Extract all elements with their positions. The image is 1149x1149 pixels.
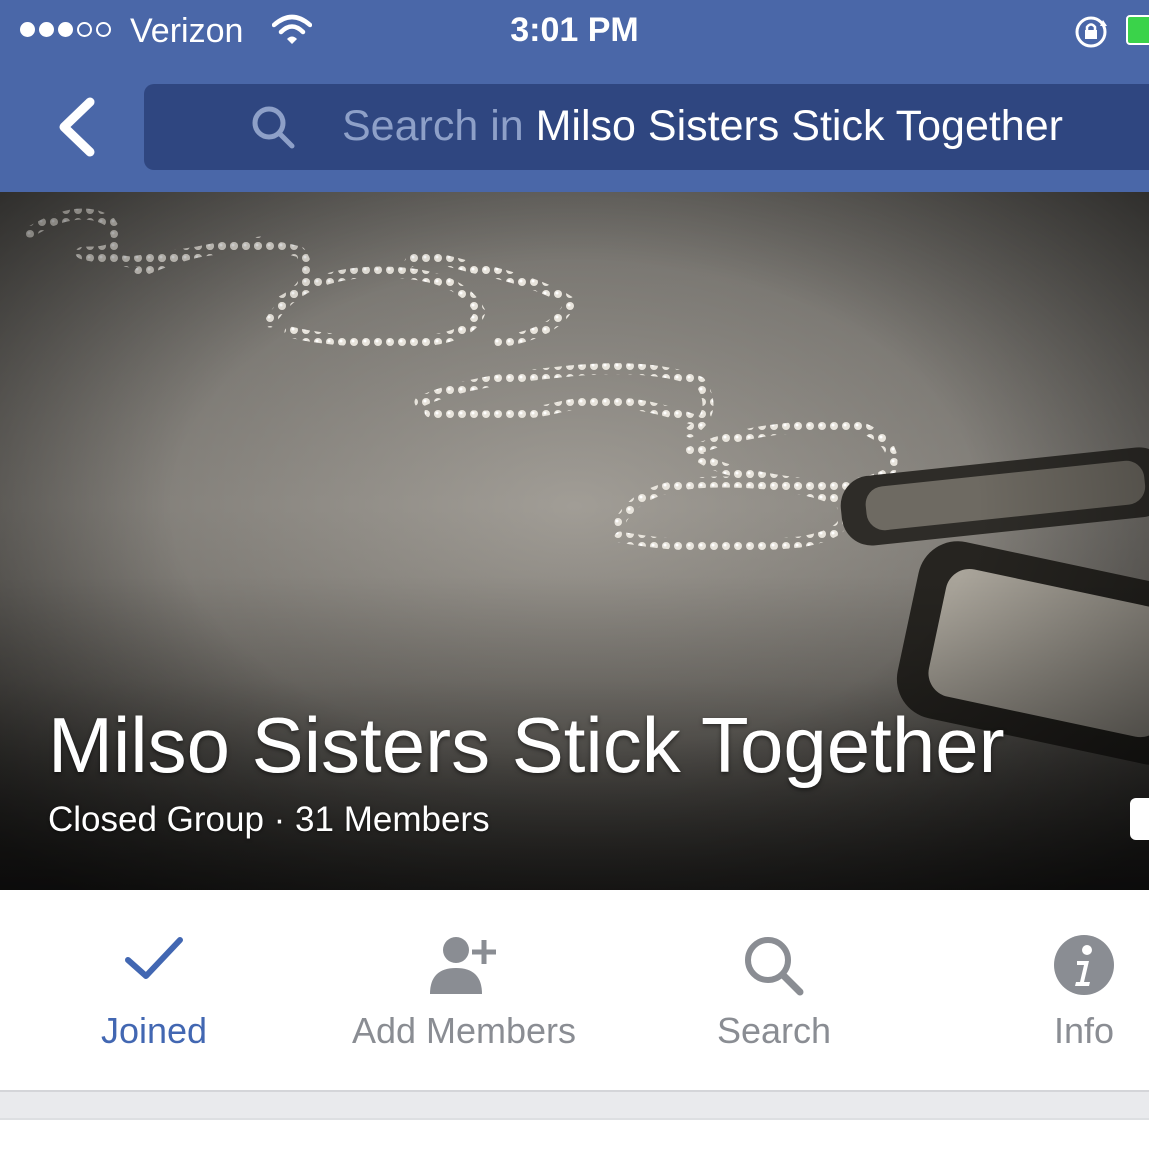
info-button[interactable]: Info (954, 890, 1149, 1090)
search-group-name: Milso Sisters Stick Together (535, 102, 1063, 150)
info-label: Info (1053, 1010, 1115, 1051)
section-divider (0, 1092, 1149, 1120)
search-icon (745, 937, 804, 996)
add-members-label: Add Members (351, 1010, 577, 1051)
nav-bar: Search in Milso Sisters Stick Together (0, 66, 1149, 192)
status-bar: Verizon 3:01 PM (0, 0, 1149, 66)
search-prefix-text: Search in (342, 102, 536, 150)
joined-label: Joined (100, 1010, 208, 1051)
group-privacy-members[interactable]: Closed Group · 31 Members (48, 800, 490, 840)
search-button[interactable]: Search (644, 890, 904, 1090)
add-members-button[interactable]: Add Members (334, 890, 594, 1090)
rotation-lock-icon (1075, 16, 1107, 48)
search-placeholder: Search in Milso Sisters Stick Together (342, 102, 1063, 151)
search-label: Search (716, 1010, 832, 1051)
battery-icon (1126, 15, 1149, 45)
group-name: Milso Sisters Stick Together (48, 701, 1005, 789)
joined-button[interactable]: Joined (24, 890, 284, 1090)
back-chevron-icon[interactable] (52, 96, 102, 158)
camera-icon[interactable] (1130, 798, 1149, 840)
checkmark-icon (125, 937, 183, 979)
add-member-icon (430, 937, 496, 994)
clock: 3:01 PM (510, 11, 639, 49)
search-icon (252, 106, 295, 149)
feed-area (0, 1120, 1149, 1149)
group-search-bar[interactable]: Search in Milso Sisters Stick Together (144, 84, 1149, 170)
group-cover-photo[interactable]: Milso Sisters Stick Together Closed Grou… (0, 192, 1149, 890)
group-action-bar: Joined Add Members Search Info (0, 890, 1149, 1092)
info-icon (1054, 935, 1114, 995)
